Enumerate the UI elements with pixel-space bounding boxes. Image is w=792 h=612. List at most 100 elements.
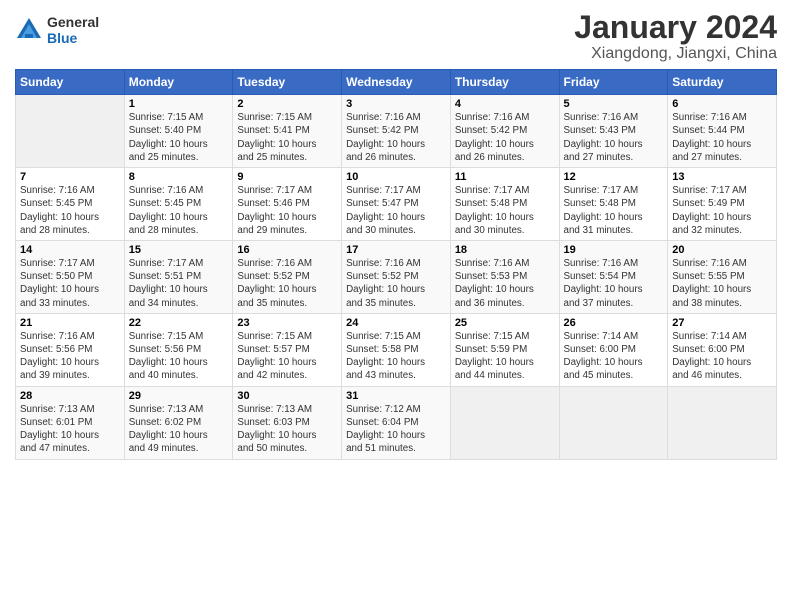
- day-number: 28: [20, 390, 120, 402]
- day-cell: 28Sunrise: 7:13 AM Sunset: 6:01 PM Dayli…: [16, 386, 125, 459]
- day-number: 20: [672, 244, 772, 256]
- day-cell: 12Sunrise: 7:17 AM Sunset: 5:48 PM Dayli…: [559, 168, 668, 241]
- day-info: Sunrise: 7:17 AM Sunset: 5:46 PM Dayligh…: [237, 184, 337, 237]
- day-cell: 11Sunrise: 7:17 AM Sunset: 5:48 PM Dayli…: [450, 168, 559, 241]
- day-number: 26: [564, 317, 664, 329]
- week-row-1: 1Sunrise: 7:15 AM Sunset: 5:40 PM Daylig…: [16, 95, 777, 168]
- day-number: 23: [237, 317, 337, 329]
- day-info: Sunrise: 7:15 AM Sunset: 5:57 PM Dayligh…: [237, 330, 337, 383]
- logo-text: General Blue: [47, 14, 99, 46]
- day-info: Sunrise: 7:17 AM Sunset: 5:47 PM Dayligh…: [346, 184, 446, 237]
- header-cell-friday: Friday: [559, 70, 668, 95]
- day-number: 6: [672, 98, 772, 110]
- day-number: 11: [455, 171, 555, 183]
- day-info: Sunrise: 7:15 AM Sunset: 5:56 PM Dayligh…: [129, 330, 229, 383]
- day-cell: 22Sunrise: 7:15 AM Sunset: 5:56 PM Dayli…: [124, 313, 233, 386]
- week-row-3: 14Sunrise: 7:17 AM Sunset: 5:50 PM Dayli…: [16, 240, 777, 313]
- day-cell: 7Sunrise: 7:16 AM Sunset: 5:45 PM Daylig…: [16, 168, 125, 241]
- day-number: 21: [20, 317, 120, 329]
- header-cell-monday: Monday: [124, 70, 233, 95]
- day-cell: 16Sunrise: 7:16 AM Sunset: 5:52 PM Dayli…: [233, 240, 342, 313]
- day-info: Sunrise: 7:16 AM Sunset: 5:44 PM Dayligh…: [672, 111, 772, 164]
- day-number: 2: [237, 98, 337, 110]
- day-cell: 2Sunrise: 7:15 AM Sunset: 5:41 PM Daylig…: [233, 95, 342, 168]
- day-number: 5: [564, 98, 664, 110]
- day-info: Sunrise: 7:16 AM Sunset: 5:55 PM Dayligh…: [672, 257, 772, 310]
- day-info: Sunrise: 7:16 AM Sunset: 5:52 PM Dayligh…: [346, 257, 446, 310]
- day-info: Sunrise: 7:16 AM Sunset: 5:42 PM Dayligh…: [346, 111, 446, 164]
- day-cell: 18Sunrise: 7:16 AM Sunset: 5:53 PM Dayli…: [450, 240, 559, 313]
- day-number: 4: [455, 98, 555, 110]
- day-number: 19: [564, 244, 664, 256]
- day-number: 14: [20, 244, 120, 256]
- day-cell: [668, 386, 777, 459]
- day-info: Sunrise: 7:17 AM Sunset: 5:48 PM Dayligh…: [564, 184, 664, 237]
- day-info: Sunrise: 7:16 AM Sunset: 5:56 PM Dayligh…: [20, 330, 120, 383]
- day-info: Sunrise: 7:16 AM Sunset: 5:53 PM Dayligh…: [455, 257, 555, 310]
- header-cell-tuesday: Tuesday: [233, 70, 342, 95]
- day-number: 29: [129, 390, 229, 402]
- day-info: Sunrise: 7:15 AM Sunset: 5:58 PM Dayligh…: [346, 330, 446, 383]
- day-info: Sunrise: 7:16 AM Sunset: 5:52 PM Dayligh…: [237, 257, 337, 310]
- day-cell: 15Sunrise: 7:17 AM Sunset: 5:51 PM Dayli…: [124, 240, 233, 313]
- day-info: Sunrise: 7:16 AM Sunset: 5:54 PM Dayligh…: [564, 257, 664, 310]
- calendar-table: SundayMondayTuesdayWednesdayThursdayFrid…: [15, 69, 777, 459]
- week-row-2: 7 Sunrise: 7:16 AM Sunset: 5:45 PM Daylig…: [16, 168, 777, 241]
- header-cell-thursday: Thursday: [450, 70, 559, 95]
- day-cell: 19Sunrise: 7:16 AM Sunset: 5:54 PM Dayli…: [559, 240, 668, 313]
- header-cell-sunday: Sunday: [16, 70, 125, 95]
- day-cell: 10Sunrise: 7:17 AM Sunset: 5:47 PM Dayli…: [342, 168, 451, 241]
- day-number: 30: [237, 390, 337, 402]
- day-info: Sunrise: 7:16 AM Sunset: 5:43 PM Dayligh…: [564, 111, 664, 164]
- day-cell: 30Sunrise: 7:13 AM Sunset: 6:03 PM Dayli…: [233, 386, 342, 459]
- day-info: Sunrise: 7:12 AM Sunset: 6:04 PM Dayligh…: [346, 403, 446, 456]
- header-cell-saturday: Saturday: [668, 70, 777, 95]
- day-number: 12: [564, 171, 664, 183]
- week-row-4: 21Sunrise: 7:16 AM Sunset: 5:56 PM Dayli…: [16, 313, 777, 386]
- day-cell: [450, 386, 559, 459]
- calendar-body: 1Sunrise: 7:15 AM Sunset: 5:40 PM Daylig…: [16, 95, 777, 459]
- day-number: 1: [129, 98, 229, 110]
- day-cell: 26Sunrise: 7:14 AM Sunset: 6:00 PM Dayli…: [559, 313, 668, 386]
- day-cell: 23Sunrise: 7:15 AM Sunset: 5:57 PM Dayli…: [233, 313, 342, 386]
- day-cell: [559, 386, 668, 459]
- subtitle: Xiangdong, Jiangxi, China: [574, 45, 777, 63]
- day-info: Sunrise: 7:15 AM Sunset: 5:59 PM Dayligh…: [455, 330, 555, 383]
- day-cell: 24Sunrise: 7:15 AM Sunset: 5:58 PM Dayli…: [342, 313, 451, 386]
- day-cell: 31Sunrise: 7:12 AM Sunset: 6:04 PM Dayli…: [342, 386, 451, 459]
- day-cell: 13Sunrise: 7:17 AM Sunset: 5:49 PM Dayli…: [668, 168, 777, 241]
- day-number: 18: [455, 244, 555, 256]
- day-cell: 29Sunrise: 7:13 AM Sunset: 6:02 PM Dayli…: [124, 386, 233, 459]
- day-info: Sunrise: 7:17 AM Sunset: 5:49 PM Dayligh…: [672, 184, 772, 237]
- day-number: 13: [672, 171, 772, 183]
- header: General Blue January 2024 Xiangdong, Jia…: [15, 10, 777, 63]
- day-cell: 17Sunrise: 7:16 AM Sunset: 5:52 PM Dayli…: [342, 240, 451, 313]
- day-info: Sunrise: 7:13 AM Sunset: 6:03 PM Dayligh…: [237, 403, 337, 456]
- day-info: Sunrise: 7:17 AM Sunset: 5:51 PM Dayligh…: [129, 257, 229, 310]
- day-cell: 8Sunrise: 7:16 AM Sunset: 5:45 PM Daylig…: [124, 168, 233, 241]
- title-block: January 2024 Xiangdong, Jiangxi, China: [574, 10, 777, 63]
- day-info: Sunrise: 7:14 AM Sunset: 6:00 PM Dayligh…: [672, 330, 772, 383]
- day-number: 22: [129, 317, 229, 329]
- page-container: General Blue January 2024 Xiangdong, Jia…: [0, 0, 792, 465]
- day-cell: 25Sunrise: 7:15 AM Sunset: 5:59 PM Dayli…: [450, 313, 559, 386]
- day-info: Sunrise: 7:14 AM Sunset: 6:00 PM Dayligh…: [564, 330, 664, 383]
- day-number: 25: [455, 317, 555, 329]
- day-number: 16: [237, 244, 337, 256]
- day-cell: 6Sunrise: 7:16 AM Sunset: 5:44 PM Daylig…: [668, 95, 777, 168]
- day-cell: 3Sunrise: 7:16 AM Sunset: 5:42 PM Daylig…: [342, 95, 451, 168]
- day-cell: [16, 95, 125, 168]
- day-cell: 14Sunrise: 7:17 AM Sunset: 5:50 PM Dayli…: [16, 240, 125, 313]
- day-number: 10: [346, 171, 446, 183]
- day-cell: 9Sunrise: 7:17 AM Sunset: 5:46 PM Daylig…: [233, 168, 342, 241]
- day-number: 3: [346, 98, 446, 110]
- header-row: SundayMondayTuesdayWednesdayThursdayFrid…: [16, 70, 777, 95]
- day-number: 7: [20, 171, 120, 183]
- day-number: 8: [129, 171, 229, 183]
- day-cell: 1Sunrise: 7:15 AM Sunset: 5:40 PM Daylig…: [124, 95, 233, 168]
- day-number: 24: [346, 317, 446, 329]
- day-cell: 21Sunrise: 7:16 AM Sunset: 5:56 PM Dayli…: [16, 313, 125, 386]
- day-info: Sunrise: 7:16 AM Sunset: 5:45 PM Dayligh…: [129, 184, 229, 237]
- week-row-5: 28Sunrise: 7:13 AM Sunset: 6:01 PM Dayli…: [16, 386, 777, 459]
- day-cell: 20Sunrise: 7:16 AM Sunset: 5:55 PM Dayli…: [668, 240, 777, 313]
